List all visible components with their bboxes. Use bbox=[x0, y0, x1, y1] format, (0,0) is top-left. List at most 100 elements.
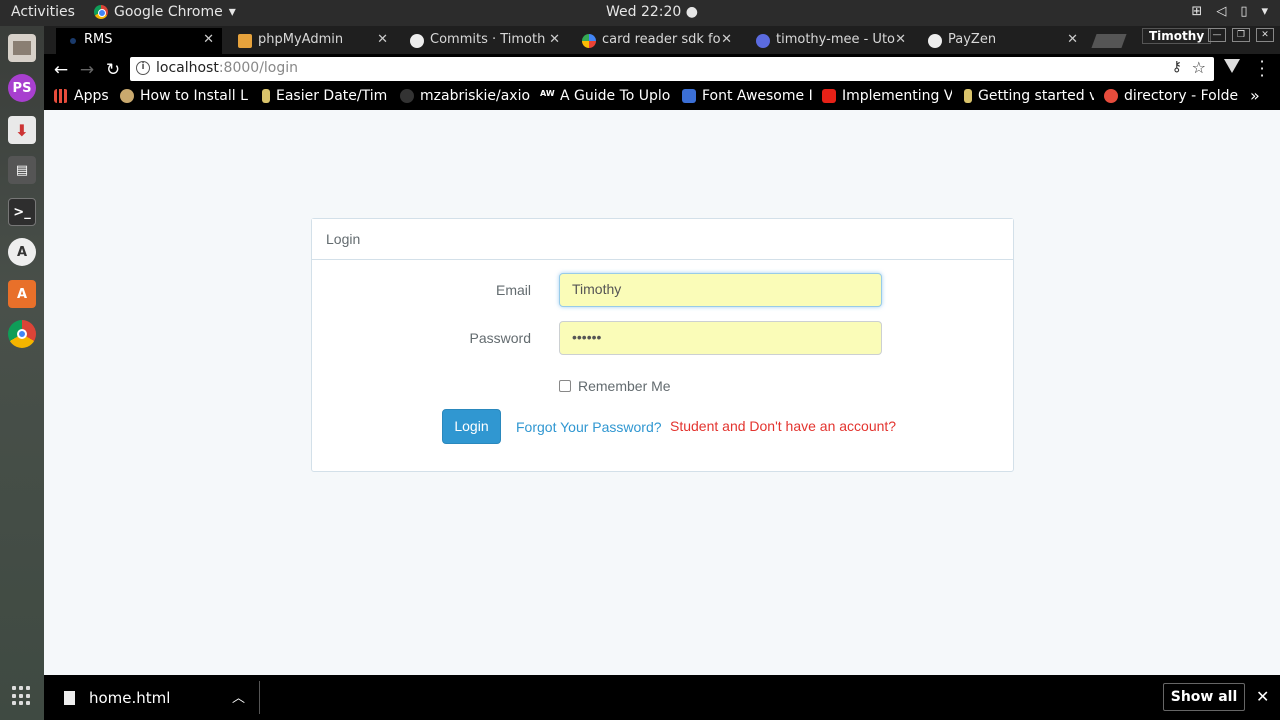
bookmark-label: Easier Date/Tim bbox=[276, 88, 388, 104]
github-favicon-icon bbox=[928, 34, 942, 48]
aw-icon: AW bbox=[540, 89, 555, 103]
file-manager-icon[interactable] bbox=[8, 34, 36, 62]
terminal-icon[interactable]: >_ bbox=[8, 198, 36, 226]
browser-window: RMS ✕ phpMyAdmin ✕ Commits · Timoth ✕ ca… bbox=[44, 26, 1280, 720]
youtube-icon bbox=[822, 89, 836, 103]
bookmark-item[interactable]: AW A Guide To Uploa bbox=[540, 88, 670, 104]
bookmark-item[interactable]: directory - Folde bbox=[1104, 88, 1244, 104]
bookmark-item[interactable]: Easier Date/Tim bbox=[262, 88, 388, 104]
address-bar[interactable]: i localhost:8000/login ⚷ ☆ bbox=[130, 57, 1214, 81]
download-file-name: home.html bbox=[89, 689, 171, 707]
browser-toolbar: ← → ↻ i localhost:8000/login ⚷ ☆ · · · bbox=[44, 54, 1280, 84]
remember-me-checkbox[interactable]: Remember Me bbox=[559, 378, 671, 394]
bookmark-favicon-icon bbox=[120, 89, 134, 103]
bookmark-label: How to Install La bbox=[140, 88, 248, 104]
rms-favicon-icon bbox=[70, 38, 76, 44]
bookmark-label: mzabriskie/axio bbox=[420, 88, 530, 104]
video-editor-icon[interactable]: ▤ bbox=[8, 156, 36, 184]
chevron-down-icon: ▾ bbox=[1261, 4, 1268, 19]
utopian-favicon-icon bbox=[756, 34, 770, 48]
bookmark-item[interactable]: Implementing V bbox=[822, 88, 952, 104]
github-favicon-icon bbox=[410, 34, 424, 48]
key-icon[interactable]: ⚷ bbox=[1172, 59, 1182, 75]
tab-commits[interactable]: Commits · Timoth ✕ bbox=[402, 28, 568, 54]
profile-badge[interactable]: Timothy bbox=[1142, 28, 1212, 44]
software-center-icon[interactable]: A bbox=[8, 280, 36, 308]
activities-button[interactable]: Activities bbox=[11, 4, 75, 20]
url-text[interactable]: localhost:8000/login bbox=[156, 60, 298, 76]
new-tab-button[interactable] bbox=[1091, 34, 1127, 48]
email-field[interactable]: Timothy bbox=[559, 273, 882, 307]
bookmark-label: Font Awesome I bbox=[702, 88, 812, 104]
tab-title: PayZen bbox=[948, 32, 997, 47]
app-menu[interactable]: Google Chrome ▾ bbox=[94, 4, 236, 20]
page-content: Login Email Timothy Password •••••• Reme… bbox=[44, 110, 1280, 675]
student-register-link[interactable]: Student and Don't have an account? bbox=[670, 418, 896, 434]
bookmark-label: Apps bbox=[74, 88, 109, 104]
remember-me-label: Remember Me bbox=[578, 378, 671, 394]
login-panel: Login Email Timothy Password •••••• Reme… bbox=[311, 218, 1014, 472]
bookmark-favicon-icon bbox=[964, 89, 972, 103]
system-top-bar: Activities Google Chrome ▾ Wed 22:20 ● ⊞… bbox=[0, 0, 1280, 26]
bookmark-label: directory - Folde bbox=[1124, 88, 1239, 104]
login-button[interactable]: Login bbox=[442, 409, 501, 444]
menu-icon[interactable]: · · · bbox=[1258, 54, 1266, 84]
checkbox-box[interactable] bbox=[559, 380, 571, 392]
maximize-icon[interactable]: ❐ bbox=[1232, 28, 1250, 42]
system-tray[interactable]: ⊞ ◁ ▯ ▾ bbox=[1191, 4, 1268, 19]
tab-utopian[interactable]: timothy-mee - Uto ✕ bbox=[748, 28, 914, 54]
chrome-icon bbox=[94, 5, 108, 19]
apps-grid-icon bbox=[54, 89, 68, 103]
bookmark-label: Getting started v bbox=[978, 88, 1094, 104]
close-icon[interactable]: ✕ bbox=[1256, 687, 1269, 706]
software-updater-icon[interactable]: A bbox=[8, 238, 36, 266]
chevron-up-icon[interactable]: ︿ bbox=[232, 687, 245, 706]
bookmark-apps[interactable]: Apps bbox=[54, 88, 114, 104]
chrome-icon[interactable] bbox=[8, 320, 36, 348]
divider bbox=[259, 681, 260, 714]
close-tab-icon[interactable]: ✕ bbox=[377, 32, 388, 47]
info-icon[interactable]: i bbox=[136, 61, 150, 75]
close-window-icon[interactable]: ✕ bbox=[1256, 28, 1274, 42]
flag-icon bbox=[682, 89, 696, 103]
bookmark-item[interactable]: Font Awesome I bbox=[682, 88, 812, 104]
reload-icon[interactable]: ↻ bbox=[102, 59, 124, 81]
google-favicon-icon bbox=[582, 34, 596, 48]
password-field[interactable]: •••••• bbox=[559, 321, 882, 355]
minimize-icon[interactable]: — bbox=[1208, 28, 1226, 42]
download-item[interactable]: home.html bbox=[64, 689, 170, 707]
download-bar: home.html ︿ Show all ✕ bbox=[44, 675, 1280, 720]
tab-title: RMS bbox=[84, 32, 113, 47]
bookmarks-overflow-icon[interactable]: » bbox=[1250, 86, 1260, 105]
forgot-password-link[interactable]: Forgot Your Password? bbox=[516, 419, 662, 435]
star-icon[interactable]: ☆ bbox=[1192, 58, 1206, 77]
back-icon[interactable]: ← bbox=[50, 59, 72, 81]
askubuntu-icon bbox=[1104, 89, 1118, 103]
install-icon[interactable]: ⬇ bbox=[8, 116, 36, 144]
close-tab-icon[interactable]: ✕ bbox=[895, 32, 906, 47]
dock: PS ⬇ ▤ >_ A A bbox=[0, 26, 44, 720]
close-tab-icon[interactable]: ✕ bbox=[1067, 32, 1078, 47]
close-tab-icon[interactable]: ✕ bbox=[549, 32, 560, 47]
bookmark-item[interactable]: mzabriskie/axio bbox=[400, 88, 530, 104]
tab-phpmyadmin[interactable]: phpMyAdmin ✕ bbox=[230, 28, 396, 54]
bookmark-label: Implementing V bbox=[842, 88, 952, 104]
phpstorm-icon[interactable]: PS bbox=[8, 74, 36, 102]
tab-title: Commits · Timoth bbox=[430, 32, 546, 47]
forward-icon[interactable]: → bbox=[76, 59, 98, 81]
tab-rms[interactable]: RMS ✕ bbox=[56, 28, 222, 54]
tab-payzen[interactable]: PayZen ✕ bbox=[920, 28, 1086, 54]
close-tab-icon[interactable]: ✕ bbox=[721, 32, 732, 47]
tab-title: phpMyAdmin bbox=[258, 32, 344, 47]
show-applications-icon[interactable] bbox=[12, 686, 32, 706]
email-label: Email bbox=[495, 282, 531, 298]
github-icon bbox=[400, 89, 414, 103]
close-tab-icon[interactable]: ✕ bbox=[203, 32, 214, 47]
clock[interactable]: Wed 22:20 ● bbox=[606, 4, 698, 20]
extension-icon[interactable] bbox=[1224, 59, 1240, 73]
tab-google-search[interactable]: card reader sdk fo ✕ bbox=[574, 28, 740, 54]
tab-strip: RMS ✕ phpMyAdmin ✕ Commits · Timoth ✕ ca… bbox=[44, 26, 1280, 54]
bookmark-item[interactable]: How to Install La bbox=[120, 88, 248, 104]
show-all-button[interactable]: Show all bbox=[1163, 683, 1245, 711]
bookmark-item[interactable]: Getting started v bbox=[964, 88, 1094, 104]
